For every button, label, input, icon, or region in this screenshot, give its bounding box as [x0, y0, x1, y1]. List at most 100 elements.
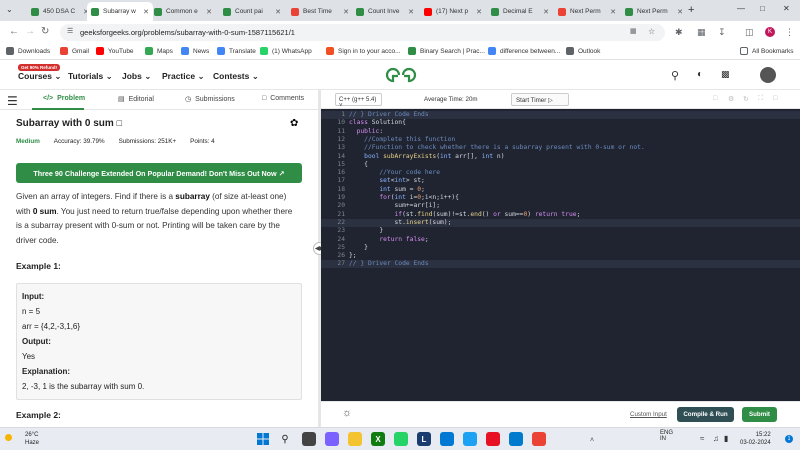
tab-submissions[interactable]: ◷ Submissions — [185, 95, 235, 104]
nav-menu-courses[interactable]: Courses ⌄ — [18, 71, 62, 82]
code-line[interactable]: //Your code here — [349, 169, 440, 176]
close-tab-icon[interactable]: ✕ — [543, 8, 549, 16]
xbox-icon[interactable]: X — [371, 432, 385, 446]
outlook-icon[interactable] — [463, 432, 477, 446]
browser-tab[interactable]: 450 DSA C✕ — [27, 2, 93, 21]
code-line[interactable]: }; — [349, 252, 357, 259]
bookmark-item[interactable]: Gmail — [60, 47, 89, 55]
nav-menu-contests[interactable]: Contests ⌄ — [213, 71, 259, 82]
theme-toggle-icon[interactable]: ☼ — [342, 407, 352, 419]
copy-icon[interactable]: □ — [713, 95, 717, 102]
browser-tab[interactable]: Next Perm ✕ — [621, 2, 687, 21]
bookmark-item[interactable]: Sign in to your acco... — [326, 47, 401, 55]
bookmark-item[interactable]: (1) WhatsApp — [260, 47, 312, 55]
bookmark-icon[interactable]: □ — [117, 118, 122, 128]
browser-tab[interactable]: (17) Next p ✕ — [420, 2, 486, 21]
browser-tab[interactable]: Best Time ✕ — [287, 2, 353, 21]
start-timer-button[interactable]: Start Timer ▷ — [511, 93, 569, 106]
browser-tab[interactable]: Decimal E ✕ — [487, 2, 553, 21]
back-icon[interactable]: ← — [9, 26, 19, 37]
search-icon[interactable]: ⚲ — [671, 69, 679, 82]
refund-badge[interactable]: Get 90% Refund! — [18, 64, 61, 71]
battery-icon[interactable]: ▮ — [724, 434, 728, 443]
search-taskbar-icon[interactable]: ⚲ — [278, 432, 292, 446]
bookmark-item[interactable]: News — [181, 47, 209, 55]
puzzle-icon[interactable]: ▦ — [697, 27, 706, 38]
minimize-icon[interactable]: — — [737, 4, 745, 13]
language-indicator[interactable]: ENG IN — [660, 430, 673, 442]
teams-icon[interactable] — [325, 432, 339, 446]
tab-comments[interactable]: □ Comments — [262, 95, 304, 102]
notification-icon[interactable]: 1 — [785, 435, 793, 443]
windows-start-icon[interactable] — [256, 432, 270, 446]
code-line[interactable]: //Function to check whether there is a s… — [349, 144, 645, 151]
code-line[interactable]: class Solution{ — [349, 119, 406, 126]
bookmark-item[interactable]: Outlook — [566, 47, 600, 55]
bookmark-item[interactable]: Maps — [145, 47, 173, 55]
code-line[interactable]: } — [349, 244, 368, 251]
browser-tab[interactable]: Count Inve ✕ — [352, 2, 418, 21]
nav-menu-tutorials[interactable]: Tutorials ⌄ — [68, 71, 113, 82]
volume-icon[interactable]: ♫ — [713, 434, 719, 443]
bookmark-item[interactable]: difference between... — [488, 47, 560, 55]
edge-icon[interactable] — [440, 432, 454, 446]
custom-input-link[interactable]: Custom Input — [630, 411, 667, 418]
profile-avatar[interactable]: K — [765, 27, 775, 37]
task-view-icon[interactable] — [302, 432, 316, 446]
code-line[interactable]: // } Driver Code Ends — [349, 111, 429, 118]
bookmark-star-icon[interactable]: ☆ — [648, 27, 655, 36]
close-tab-icon[interactable]: ✕ — [206, 8, 212, 16]
all-bookmarks-button[interactable]: All Bookmarks — [740, 47, 794, 55]
weather-widget[interactable]: 26°C Haze — [25, 431, 39, 447]
code-line[interactable]: //Complete this function — [349, 136, 455, 143]
l-app-icon[interactable]: L — [417, 432, 431, 446]
gfg-logo[interactable] — [383, 67, 419, 86]
bookmark-item[interactable]: Binary Search | Prac... — [408, 47, 485, 55]
media-app-icon[interactable] — [486, 432, 500, 446]
code-line[interactable]: } — [349, 227, 383, 234]
wifi-icon[interactable]: ≈ — [700, 434, 704, 443]
tab-problem[interactable]: </> Problem — [43, 95, 85, 102]
user-avatar[interactable] — [760, 67, 776, 83]
vscode-icon[interactable] — [509, 432, 523, 446]
translate-icon[interactable]: ▦ — [630, 27, 637, 35]
close-tab-icon[interactable]: ✕ — [275, 8, 281, 16]
nav-menu-practice[interactable]: Practice ⌄ — [162, 71, 205, 82]
reload-icon[interactable]: ↻ — [41, 26, 49, 37]
code-line[interactable]: set<int> st; — [349, 177, 425, 184]
close-tab-icon[interactable]: ✕ — [476, 8, 482, 16]
bookmark-item[interactable]: Translate — [217, 47, 256, 55]
expand-icon[interactable]: □ — [773, 95, 777, 102]
code-line[interactable]: bool subArrayExists(int arr[], int n) — [349, 153, 504, 160]
file-explorer-icon[interactable] — [348, 432, 362, 446]
browser-tab[interactable]: Subarray w ✕ — [87, 2, 153, 21]
bookmark-item[interactable]: YouTube — [96, 47, 134, 55]
system-tray-chevron-icon[interactable]: ˄ — [590, 437, 594, 444]
browser-tab[interactable]: Next Perm ✕ — [554, 2, 620, 21]
translate-site-icon[interactable]: ▩ — [721, 69, 730, 80]
side-panel-icon[interactable]: ◫ — [745, 27, 754, 38]
settings-icon[interactable]: ⚙ — [728, 95, 734, 103]
browser-tab[interactable]: Common e ✕ — [150, 2, 216, 21]
browser-menu-icon[interactable]: ⋮ — [785, 27, 794, 38]
nav-menu-jobs[interactable]: Jobs ⌄ — [122, 71, 151, 82]
code-editor[interactable]: 1 // } Driver Code Ends 10 class Solution{1… — [321, 109, 800, 401]
whatsapp-icon[interactable] — [394, 432, 408, 446]
close-tab-icon[interactable]: ✕ — [610, 8, 616, 16]
hamburger-menu-icon[interactable]: ☰ — [7, 94, 18, 108]
reset-icon[interactable]: ↻ — [743, 95, 749, 103]
close-tab-icon[interactable]: ✕ — [677, 8, 683, 16]
download-icon[interactable]: ↧ — [718, 27, 726, 38]
dark-mode-icon[interactable]: ◐ — [697, 69, 703, 80]
forward-icon[interactable]: → — [25, 26, 35, 37]
code-line[interactable]: // } Driver Code Ends — [349, 260, 429, 267]
fullscreen-icon[interactable]: ⛶ — [758, 95, 763, 103]
extensions-icon[interactable]: ✱ — [675, 27, 683, 38]
new-tab-button[interactable]: + — [688, 4, 694, 16]
code-line[interactable]: for(int i=0;i<n;i++){ — [349, 194, 459, 201]
tab-search-icon[interactable]: ⌄ — [6, 5, 13, 14]
code-line[interactable]: int sum = 0; — [349, 186, 425, 193]
language-select[interactable]: C++ (g++ 5.4) ˅ — [335, 93, 382, 109]
close-tab-icon[interactable]: ✕ — [343, 8, 349, 16]
bookmark-item[interactable]: Downloads — [6, 47, 50, 55]
